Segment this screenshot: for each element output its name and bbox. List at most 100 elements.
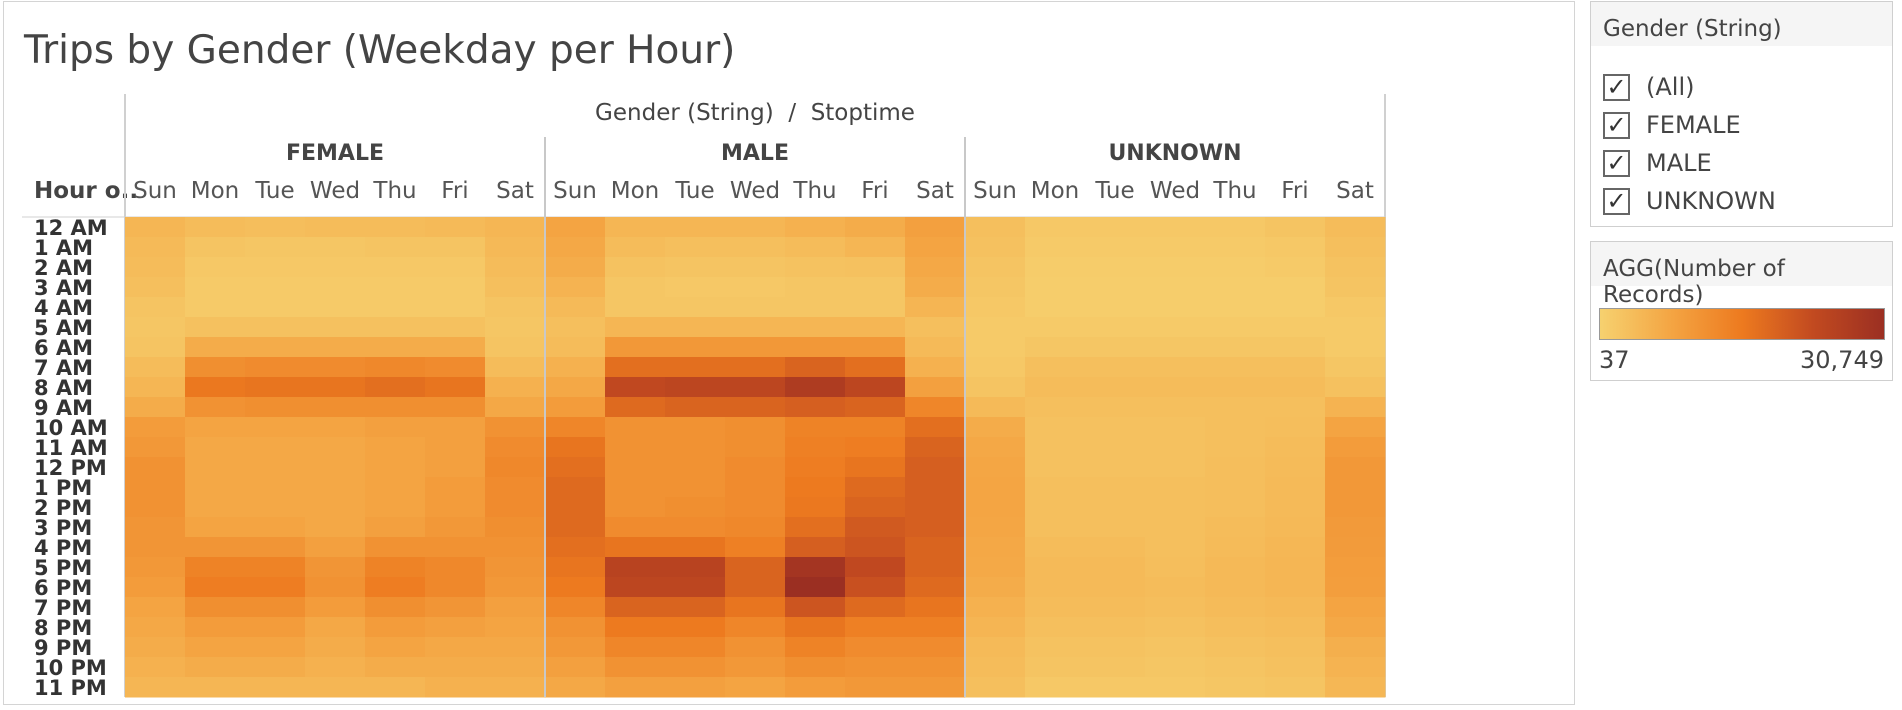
heatmap-cell[interactable] <box>185 597 246 618</box>
heatmap-cell[interactable] <box>665 477 726 498</box>
heatmap-cell[interactable] <box>1145 677 1206 698</box>
heatmap-cell[interactable] <box>725 557 786 578</box>
heatmap-cell[interactable] <box>1265 497 1326 518</box>
heatmap-cell[interactable] <box>245 597 306 618</box>
heatmap-cell[interactable] <box>125 677 186 698</box>
heatmap-cell[interactable] <box>845 257 906 278</box>
heatmap-cell[interactable] <box>1025 337 1086 358</box>
heatmap-cell[interactable] <box>965 357 1026 378</box>
heatmap-cell[interactable] <box>545 417 606 438</box>
heatmap-cell[interactable] <box>485 317 546 338</box>
heatmap-cell[interactable] <box>545 397 606 418</box>
heatmap-cell[interactable] <box>665 437 726 458</box>
heatmap-cell[interactable] <box>425 497 486 518</box>
heatmap-cell[interactable] <box>245 557 306 578</box>
heatmap-cell[interactable] <box>1025 617 1086 638</box>
heatmap-cell[interactable] <box>845 617 906 638</box>
heatmap-cell[interactable] <box>1325 637 1386 658</box>
heatmap-cell[interactable] <box>365 597 426 618</box>
heatmap-cell[interactable] <box>305 297 366 318</box>
heatmap-cell[interactable] <box>305 557 366 578</box>
heatmap-cell[interactable] <box>245 417 306 438</box>
heatmap-cell[interactable] <box>485 437 546 458</box>
heatmap-cell[interactable] <box>605 517 666 538</box>
heatmap-cell[interactable] <box>245 537 306 558</box>
heatmap-cell[interactable] <box>545 237 606 258</box>
heatmap-cell[interactable] <box>905 577 966 598</box>
heatmap-cell[interactable] <box>725 597 786 618</box>
heatmap-cell[interactable] <box>485 417 546 438</box>
heatmap-cell[interactable] <box>845 477 906 498</box>
heatmap-cell[interactable] <box>305 237 366 258</box>
filter-item[interactable]: ✓ FEMALE <box>1591 106 1892 144</box>
heatmap-cell[interactable] <box>1205 357 1266 378</box>
heatmap-cell[interactable] <box>1145 657 1206 678</box>
heatmap-cell[interactable] <box>785 677 846 698</box>
heatmap-cell[interactable] <box>845 217 906 238</box>
heatmap-cell[interactable] <box>125 297 186 318</box>
heatmap-cell[interactable] <box>545 317 606 338</box>
heatmap-cell[interactable] <box>605 637 666 658</box>
heatmap-cell[interactable] <box>845 557 906 578</box>
heatmap-cell[interactable] <box>305 517 366 538</box>
heatmap-cell[interactable] <box>1205 377 1266 398</box>
heatmap-cell[interactable] <box>305 477 366 498</box>
heatmap-cell[interactable] <box>1085 657 1146 678</box>
heatmap-cell[interactable] <box>545 337 606 358</box>
heatmap-cell[interactable] <box>305 217 366 238</box>
heatmap-cell[interactable] <box>485 277 546 298</box>
heatmap-cell[interactable] <box>725 317 786 338</box>
heatmap-cell[interactable] <box>125 477 186 498</box>
heatmap-cell[interactable] <box>965 237 1026 258</box>
heatmap-cell[interactable] <box>845 277 906 298</box>
heatmap-cell[interactable] <box>1145 637 1206 658</box>
heatmap-cell[interactable] <box>1145 577 1206 598</box>
heatmap-cell[interactable] <box>365 677 426 698</box>
heatmap-cell[interactable] <box>1265 517 1326 538</box>
heatmap-cell[interactable] <box>725 477 786 498</box>
heatmap-cell[interactable] <box>545 457 606 478</box>
heatmap-cell[interactable] <box>785 657 846 678</box>
heatmap-cell[interactable] <box>1025 217 1086 238</box>
heatmap-cell[interactable] <box>425 437 486 458</box>
heatmap-cell[interactable] <box>425 617 486 638</box>
heatmap-cell[interactable] <box>1265 357 1326 378</box>
heatmap-cell[interactable] <box>605 397 666 418</box>
heatmap-cell[interactable] <box>1085 377 1146 398</box>
heatmap-cell[interactable] <box>185 237 246 258</box>
heatmap-cell[interactable] <box>725 497 786 518</box>
heatmap-cell[interactable] <box>425 397 486 418</box>
heatmap-cell[interactable] <box>365 537 426 558</box>
heatmap-cell[interactable] <box>365 277 426 298</box>
heatmap-cell[interactable] <box>1265 397 1326 418</box>
heatmap-cell[interactable] <box>725 357 786 378</box>
heatmap-cell[interactable] <box>605 657 666 678</box>
heatmap-cell[interactable] <box>1085 297 1146 318</box>
heatmap-cell[interactable] <box>1085 457 1146 478</box>
heatmap-cell[interactable] <box>125 597 186 618</box>
heatmap-cell[interactable] <box>1025 277 1086 298</box>
heatmap-cell[interactable] <box>185 217 246 238</box>
heatmap-cell[interactable] <box>905 657 966 678</box>
heatmap-cell[interactable] <box>1085 477 1146 498</box>
heatmap-cell[interactable] <box>1265 337 1326 358</box>
heatmap-cell[interactable] <box>1265 417 1326 438</box>
heatmap-cell[interactable] <box>605 617 666 638</box>
heatmap-cell[interactable] <box>1265 237 1326 258</box>
heatmap-cell[interactable] <box>785 317 846 338</box>
heatmap-cell[interactable] <box>1265 617 1326 638</box>
heatmap-cell[interactable] <box>545 517 606 538</box>
heatmap-cell[interactable] <box>1085 257 1146 278</box>
heatmap-cell[interactable] <box>365 657 426 678</box>
heatmap-cell[interactable] <box>785 237 846 258</box>
heatmap-cell[interactable] <box>545 257 606 278</box>
heatmap-cell[interactable] <box>845 357 906 378</box>
heatmap-cell[interactable] <box>1025 457 1086 478</box>
heatmap-cell[interactable] <box>245 397 306 418</box>
heatmap-cell[interactable] <box>545 577 606 598</box>
heatmap-cell[interactable] <box>485 257 546 278</box>
heatmap-cell[interactable] <box>125 437 186 458</box>
heatmap-cell[interactable] <box>905 297 966 318</box>
heatmap-cell[interactable] <box>605 437 666 458</box>
heatmap-cell[interactable] <box>1145 617 1206 638</box>
